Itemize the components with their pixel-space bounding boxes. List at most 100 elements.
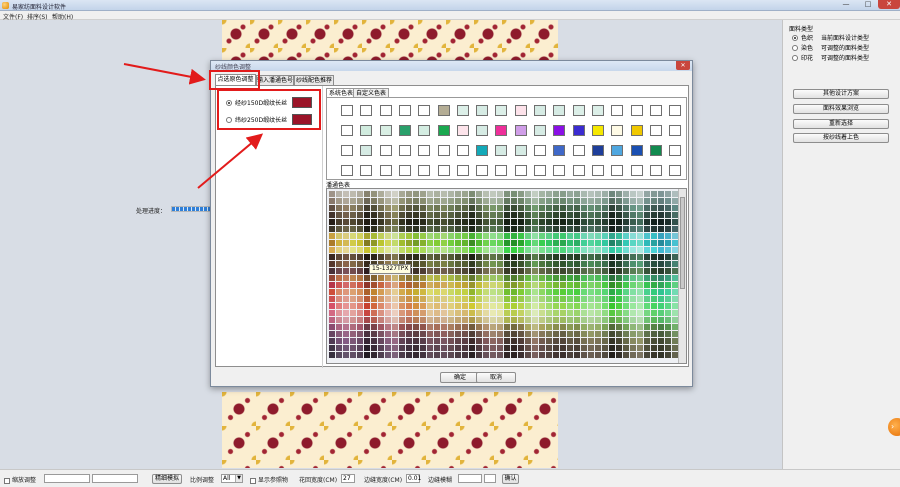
pattern-width-input[interactable]: 27	[341, 474, 355, 483]
palette-swatch[interactable]	[591, 165, 604, 176]
palette-swatch[interactable]	[572, 105, 585, 116]
tab-system-palette[interactable]: 系统色表	[326, 88, 357, 97]
palette-swatch[interactable]	[572, 145, 585, 156]
palette-swatch[interactable]	[534, 145, 546, 156]
palette-swatch[interactable]	[476, 165, 489, 176]
palette-swatch[interactable]	[630, 145, 643, 156]
palette-swatch[interactable]	[360, 145, 373, 156]
edge-mode-input[interactable]	[458, 474, 482, 483]
edge-width-input[interactable]: 0.01	[406, 474, 421, 483]
fabric-type-option-1[interactable]: 染色 可调整的面料类型	[792, 43, 869, 52]
palette-swatch[interactable]	[514, 105, 527, 116]
show-ref-group[interactable]: 显示参照物	[250, 475, 288, 484]
pantone-swatch-grid[interactable]	[329, 191, 679, 363]
palette-swatch[interactable]	[649, 125, 662, 136]
palette-swatch[interactable]	[456, 125, 469, 136]
palette-swatch[interactable]	[360, 125, 373, 136]
tab-pantone-input[interactable]: 输入潘通色号	[256, 75, 294, 85]
pantone-scrollbar[interactable]	[678, 189, 686, 363]
tab-color-recommend[interactable]: 纱线配色推荐	[294, 75, 334, 85]
close-button[interactable]: ✕	[878, 0, 900, 9]
palette-swatch[interactable]	[630, 125, 643, 136]
palette-swatch[interactable]	[611, 165, 624, 176]
edge-mode-spinner[interactable]	[484, 474, 496, 483]
dialog-close-button[interactable]: ✕	[676, 61, 690, 70]
show-ref-checkbox[interactable]	[250, 477, 256, 484]
maximize-button[interactable]: □	[858, 0, 878, 9]
palette-swatch[interactable]	[669, 125, 682, 136]
ok-button[interactable]: 确定	[440, 372, 480, 383]
warp-yarn-row[interactable]: 经纱150D缎纹长丝	[226, 98, 287, 107]
ratio-select[interactable]: All ▼	[221, 474, 243, 483]
palette-swatch[interactable]	[534, 105, 546, 116]
tab-pick-color[interactable]: 点选原色调整	[215, 74, 256, 85]
palette-swatch[interactable]	[476, 145, 489, 156]
minimize-button[interactable]: —	[836, 0, 856, 9]
palette-swatch[interactable]	[495, 165, 508, 176]
palette-swatch[interactable]	[437, 145, 450, 156]
palette-swatch[interactable]	[379, 165, 392, 176]
radio-selected[interactable]	[792, 34, 798, 41]
palette-swatch[interactable]	[398, 125, 411, 136]
palette-swatch[interactable]	[534, 125, 546, 136]
palette-swatch[interactable]	[611, 125, 624, 136]
palette-swatch[interactable]	[360, 105, 373, 116]
palette-swatch[interactable]	[418, 145, 431, 156]
other-design-button[interactable]: 其他设计方案	[793, 89, 889, 99]
palette-swatch[interactable]	[360, 165, 373, 176]
radio-selected[interactable]	[226, 99, 232, 106]
palette-swatch[interactable]	[591, 125, 604, 136]
palette-swatch[interactable]	[514, 125, 527, 136]
palette-swatch[interactable]	[456, 105, 469, 116]
palette-swatch[interactable]	[495, 145, 508, 156]
palette-swatch[interactable]	[341, 165, 353, 176]
palette-swatch[interactable]	[341, 145, 353, 156]
scrollbar-thumb[interactable]	[680, 197, 685, 289]
palette-swatch[interactable]	[379, 145, 392, 156]
palette-swatch[interactable]	[379, 105, 392, 116]
palette-swatch[interactable]	[495, 105, 508, 116]
help-float-icon[interactable]: ›	[888, 418, 900, 436]
palette-swatch[interactable]	[514, 145, 527, 156]
palette-swatch[interactable]	[669, 105, 682, 116]
zoom-field-1[interactable]	[44, 474, 90, 483]
palette-swatch[interactable]	[534, 165, 546, 176]
chevron-down-icon[interactable]: ▼	[235, 475, 242, 482]
weft-yarn-row[interactable]: 纬纱250D缎纹长丝	[226, 115, 287, 124]
palette-swatch[interactable]	[591, 145, 604, 156]
palette-swatch[interactable]	[418, 165, 431, 176]
palette-swatch[interactable]	[630, 165, 643, 176]
palette-swatch[interactable]	[669, 145, 682, 156]
fabric-preview-button[interactable]: 面料效果浏览	[793, 104, 889, 114]
confirm-button[interactable]: 确认	[502, 474, 519, 484]
color-by-yarn-button[interactable]: 按纱线着上色	[793, 133, 889, 143]
palette-swatch[interactable]	[649, 165, 662, 176]
palette-swatch[interactable]	[456, 145, 469, 156]
palette-swatch[interactable]	[669, 165, 682, 176]
palette-swatch[interactable]	[437, 105, 450, 116]
fabric-type-option-2[interactable]: 印花 可调整的面料类型	[792, 53, 869, 62]
palette-swatch[interactable]	[418, 105, 431, 116]
palette-swatch[interactable]	[572, 125, 585, 136]
palette-swatch[interactable]	[418, 125, 431, 136]
palette-swatch[interactable]	[649, 145, 662, 156]
palette-swatch[interactable]	[514, 165, 527, 176]
palette-swatch[interactable]	[437, 165, 450, 176]
reselect-button[interactable]: 重新选择	[793, 119, 889, 129]
palette-swatch[interactable]	[553, 145, 566, 156]
palette-swatch[interactable]	[553, 105, 566, 116]
zoom-checkbox-group[interactable]: 缩放调整	[4, 475, 36, 484]
cancel-button[interactable]: 取消	[476, 372, 516, 383]
zoom-checkbox[interactable]	[4, 477, 10, 484]
zoom-field-2[interactable]	[92, 474, 138, 483]
radio-unselected[interactable]	[792, 54, 798, 61]
palette-swatch[interactable]	[572, 165, 585, 176]
palette-swatch[interactable]	[495, 125, 508, 136]
fine-simulate-button[interactable]: 精细模拟	[152, 474, 182, 484]
palette-swatch[interactable]	[476, 105, 489, 116]
palette-swatch[interactable]	[398, 145, 411, 156]
palette-swatch[interactable]	[553, 165, 566, 176]
palette-swatch[interactable]	[341, 125, 353, 136]
palette-swatch[interactable]	[591, 105, 604, 116]
palette-swatch[interactable]	[476, 125, 489, 136]
